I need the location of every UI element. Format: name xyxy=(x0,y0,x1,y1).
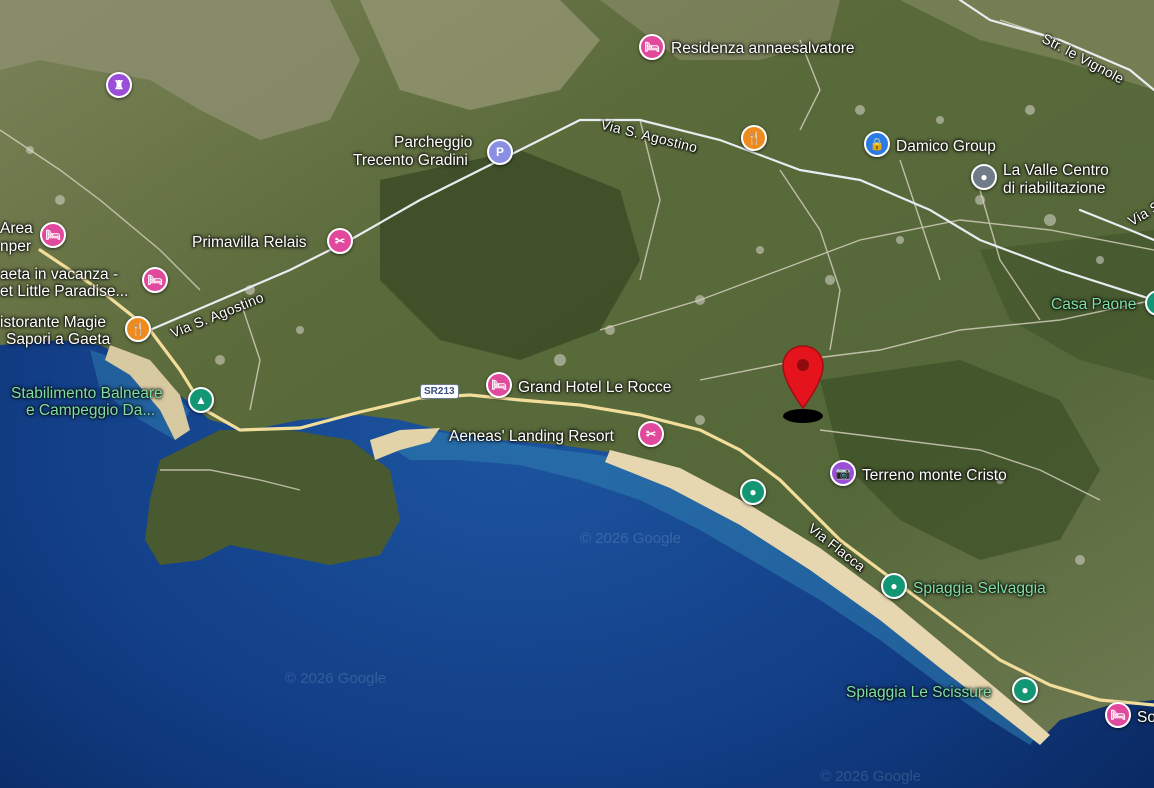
poi-label-terreno-monte-cristo[interactable]: Terreno monte Cristo xyxy=(862,467,1007,484)
google-watermark: © 2026 Google xyxy=(820,768,922,785)
poi-label-residenza-annaesalvatore[interactable]: Residenza annaesalvatore xyxy=(671,40,855,57)
restaurant-icon[interactable]: 🍴 xyxy=(741,125,767,151)
google-watermark: © 2026 Google xyxy=(580,530,682,547)
camping-icon[interactable]: ▲ xyxy=(188,387,214,413)
beach-icon[interactable]: ● xyxy=(881,573,907,599)
poi-label-parcheggio[interactable]: Parcheggio xyxy=(394,134,472,151)
poi-label-la-valle[interactable]: La Valle Centro xyxy=(1003,162,1109,179)
restaurant-icon[interactable]: 🍴 xyxy=(125,316,151,342)
location-pin-icon[interactable] xyxy=(780,344,826,426)
hotel-icon[interactable]: 🛏 xyxy=(486,372,512,398)
poi-label-area-camper[interactable]: Area xyxy=(0,220,33,237)
poi-label-gaeta-in-vacanza[interactable]: aeta in vacanza - xyxy=(0,266,118,283)
google-watermark: © 2026 Google xyxy=(285,670,387,687)
poi-label-stabilimento-balneare-line2[interactable]: e Campeggio Da... xyxy=(26,402,155,419)
poi-label-stabilimento-balneare[interactable]: Stabilimento Balneare xyxy=(11,385,163,402)
resort-icon[interactable]: ✂ xyxy=(327,228,353,254)
poi-label-la-valle-line2[interactable]: di riabilitazione xyxy=(1003,180,1106,197)
poi-label-spiaggia-le-scissure[interactable]: Spiaggia Le Scissure xyxy=(846,684,992,701)
beach-icon[interactable]: ● xyxy=(740,479,766,505)
photo-icon[interactable]: 📷 xyxy=(830,460,856,486)
hotel-icon[interactable]: 🛏 xyxy=(40,222,66,248)
poi-label-line: Parcheggio xyxy=(394,134,473,151)
poi-label-so[interactable]: So xyxy=(1137,709,1154,726)
beach-icon[interactable]: ● xyxy=(1012,677,1038,703)
poi-label-area-camper-line2[interactable]: nper xyxy=(0,238,31,255)
route-shield-sr213: SR213 xyxy=(420,384,459,399)
poi-label-ristorante-magie[interactable]: istorante Magie xyxy=(0,314,106,331)
poi-label-casa-paone[interactable]: Casa Paone xyxy=(1051,296,1136,313)
resort-icon[interactable]: ✂ xyxy=(638,421,664,447)
hotel-icon[interactable]: 🛏 xyxy=(1105,702,1131,728)
poi-label-spiaggia-selvaggia[interactable]: Spiaggia Selvaggia xyxy=(913,580,1046,597)
place-icon[interactable]: ● xyxy=(971,164,997,190)
poi-label-ristorante-magie-line2[interactable]: Sapori a Gaeta xyxy=(6,331,110,348)
poi-label-aeneas-landing-resort[interactable]: Aeneas' Landing Resort xyxy=(449,428,614,445)
poi-label-primavilla-relais[interactable]: Primavilla Relais xyxy=(192,234,307,251)
poi-label-parcheggio-line2[interactable]: Trecento Gradini xyxy=(353,152,468,169)
poi-label-gaeta-in-vacanza-line2[interactable]: et Little Paradise... xyxy=(0,283,128,300)
hotel-icon[interactable]: 🛏 xyxy=(142,267,168,293)
map-canvas[interactable]: © 2026 Google © 2026 Google © 2026 Googl… xyxy=(0,0,1154,788)
hotel-icon[interactable]: 🛏 xyxy=(639,34,665,60)
shop-icon[interactable]: 🔒 xyxy=(864,131,890,157)
poi-label-grand-hotel-le-rocce[interactable]: Grand Hotel Le Rocce xyxy=(518,379,671,396)
castle-icon[interactable]: ♜ xyxy=(106,72,132,98)
poi-label-damico-group[interactable]: Damico Group xyxy=(896,138,996,155)
parking-icon[interactable]: P xyxy=(487,139,513,165)
